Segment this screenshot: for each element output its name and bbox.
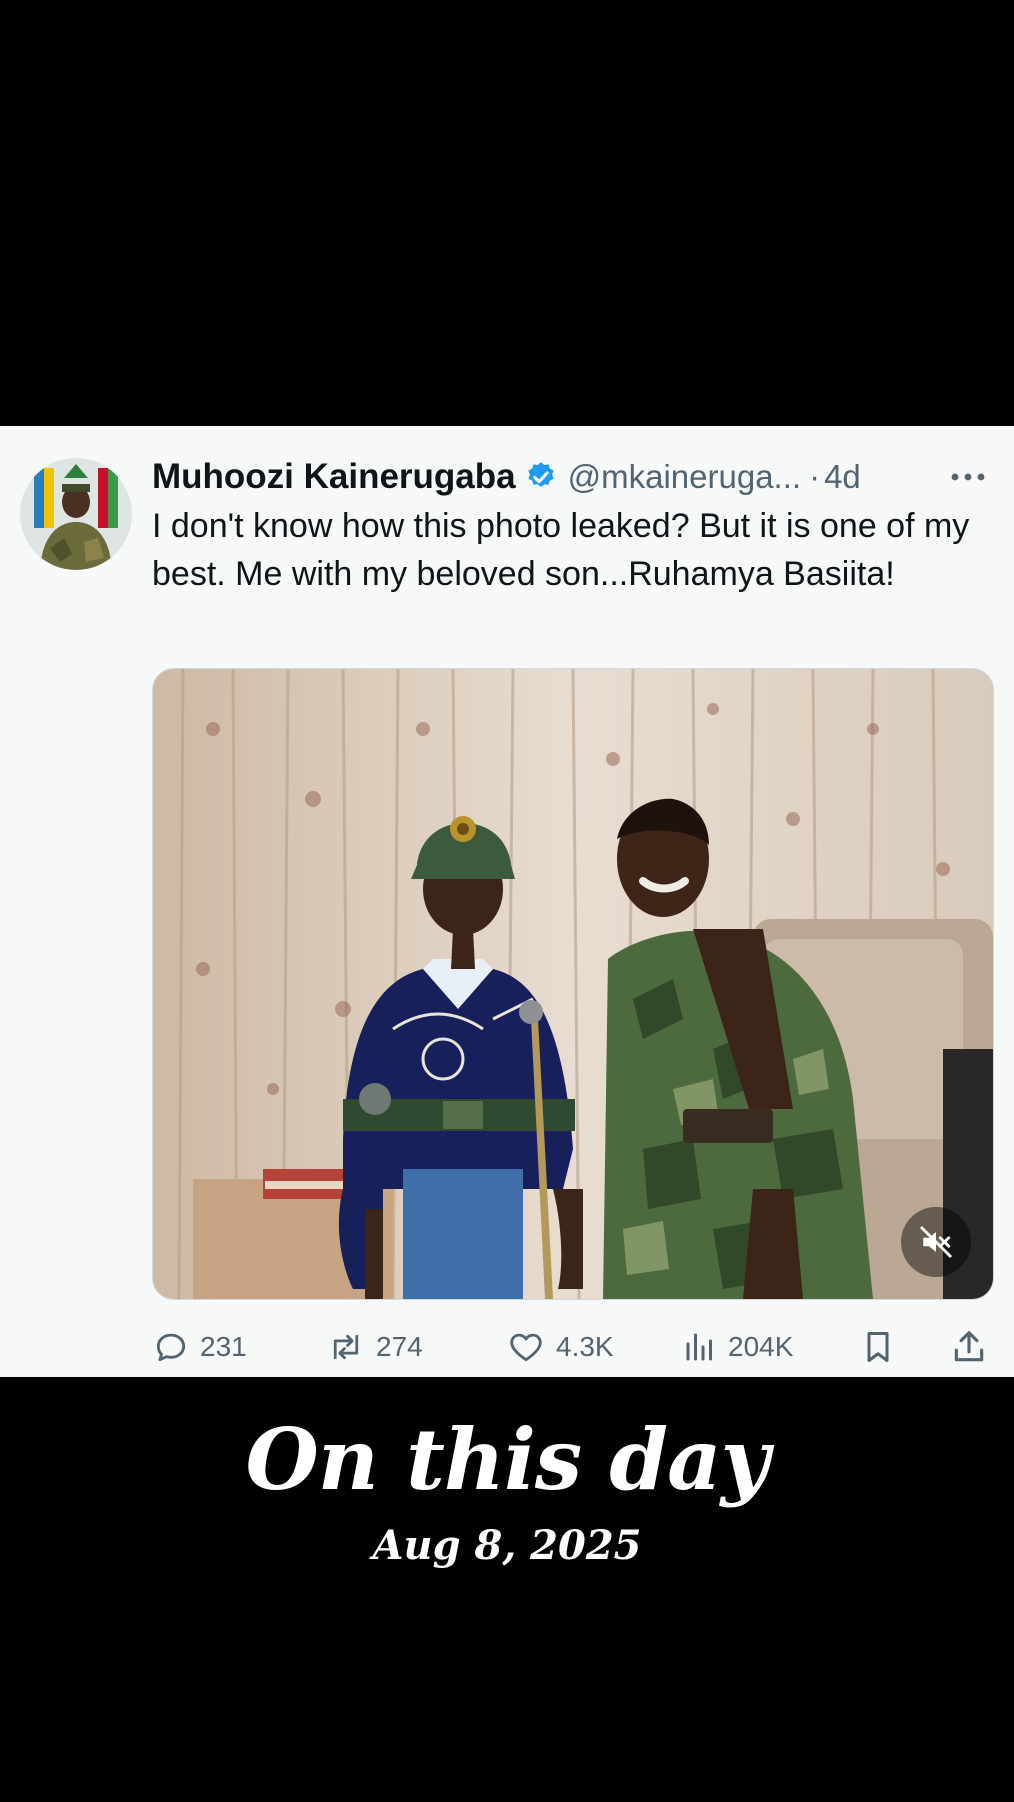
like-button[interactable]: 4.3K	[506, 1320, 614, 1374]
reply-button[interactable]: 231	[152, 1320, 247, 1374]
heart-icon	[506, 1328, 546, 1366]
muted-speaker-icon[interactable]	[901, 1207, 971, 1277]
header-separator: ·	[809, 458, 821, 495]
repost-icon	[326, 1328, 366, 1366]
tweet-card[interactable]: Muhoozi Kainerugaba @mkaineruga... · 4d …	[0, 426, 1014, 1377]
tweet-timestamp[interactable]: 4d	[824, 458, 861, 496]
reply-count: 231	[200, 1331, 247, 1362]
like-count: 4.3K	[556, 1331, 614, 1362]
bookmark-button[interactable]	[860, 1320, 896, 1374]
bookmark-icon	[860, 1327, 896, 1367]
tweet-actions-bar: 231 274 4.3K 204K	[152, 1320, 992, 1374]
video-frame-image	[153, 669, 993, 1299]
reply-icon	[152, 1328, 190, 1366]
views-chart-icon	[682, 1328, 718, 1366]
verified-badge-icon	[524, 460, 558, 494]
share-icon	[950, 1327, 988, 1367]
on-this-day-title: On this day	[245, 1410, 770, 1509]
share-button[interactable]	[950, 1320, 988, 1374]
avatar-image	[20, 458, 132, 570]
author-name[interactable]: Muhoozi Kainerugaba	[152, 457, 516, 497]
more-horizontal-icon[interactable]	[944, 452, 992, 502]
tweet-text: I don't know how this photo leaked? But …	[152, 507, 970, 593]
views-count: 204K	[728, 1331, 794, 1362]
repost-button[interactable]: 274	[326, 1320, 423, 1374]
tweet-header: Muhoozi Kainerugaba @mkaineruga... · 4d	[152, 452, 992, 502]
author-avatar[interactable]	[20, 458, 132, 570]
tweet-media-video[interactable]	[152, 668, 994, 1300]
repost-count: 274	[376, 1331, 423, 1362]
on-this-day-date: Aug 8, 2025	[372, 1522, 642, 1569]
views-button[interactable]: 204K	[682, 1320, 793, 1374]
author-handle[interactable]: @mkaineruga...	[568, 458, 801, 496]
